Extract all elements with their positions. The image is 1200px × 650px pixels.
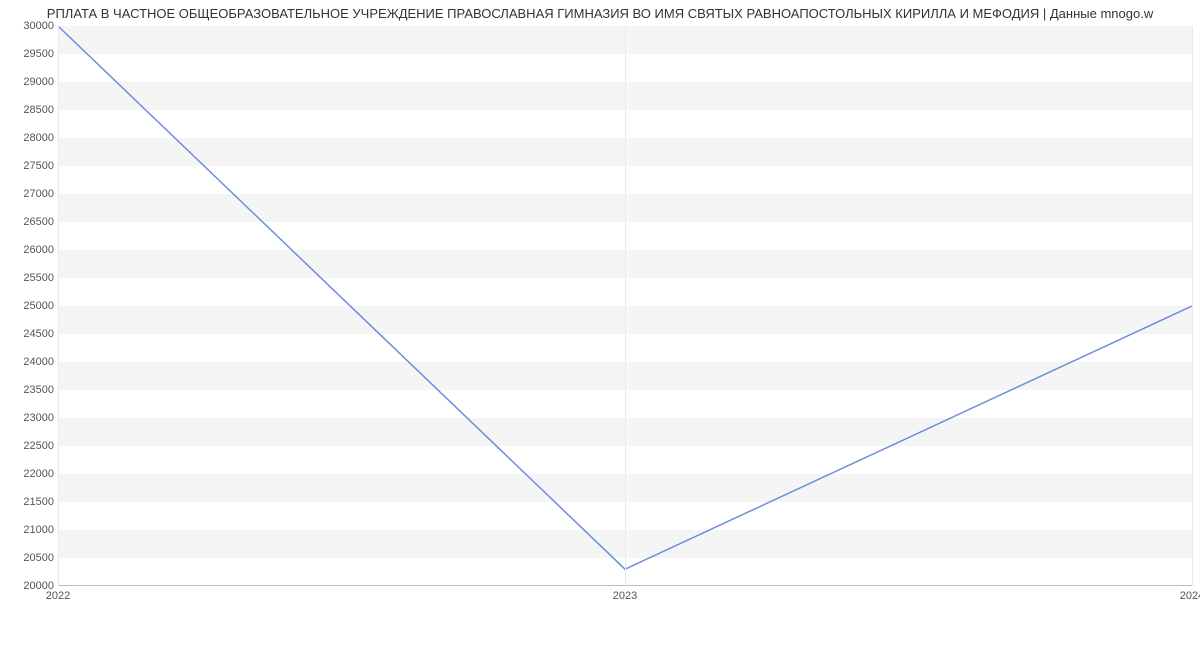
- y-tick-label: 27000: [4, 188, 54, 200]
- y-tick-label: 25000: [4, 300, 54, 312]
- y-tick-label: 27500: [4, 160, 54, 172]
- y-tick-label: 26000: [4, 244, 54, 256]
- x-tick-label: 2024: [1180, 590, 1200, 602]
- x-tick-label: 2022: [46, 590, 70, 602]
- y-tick-label: 23000: [4, 412, 54, 424]
- plot-area: [58, 26, 1192, 586]
- y-tick-label: 24500: [4, 328, 54, 340]
- y-tick-label: 21500: [4, 496, 54, 508]
- y-tick-label: 26500: [4, 216, 54, 228]
- y-tick-label: 30000: [4, 20, 54, 32]
- x-tick-label: 2023: [613, 590, 637, 602]
- x-gridline: [1192, 26, 1193, 586]
- y-tick-label: 22000: [4, 468, 54, 480]
- y-tick-label: 29000: [4, 76, 54, 88]
- line-chart: РПЛАТА В ЧАСТНОЕ ОБЩЕОБРАЗОВАТЕЛЬНОЕ УЧР…: [0, 0, 1200, 650]
- chart-title: РПЛАТА В ЧАСТНОЕ ОБЩЕОБРАЗОВАТЕЛЬНОЕ УЧР…: [0, 6, 1200, 21]
- x-gridline: [625, 26, 626, 586]
- y-tick-label: 24000: [4, 356, 54, 368]
- y-tick-label: 25500: [4, 272, 54, 284]
- y-tick-label: 23500: [4, 384, 54, 396]
- y-tick-label: 21000: [4, 524, 54, 536]
- y-tick-label: 20500: [4, 552, 54, 564]
- x-gridline: [58, 26, 59, 586]
- y-tick-label: 28000: [4, 132, 54, 144]
- y-tick-label: 22500: [4, 440, 54, 452]
- y-tick-label: 29500: [4, 48, 54, 60]
- y-tick-label: 28500: [4, 104, 54, 116]
